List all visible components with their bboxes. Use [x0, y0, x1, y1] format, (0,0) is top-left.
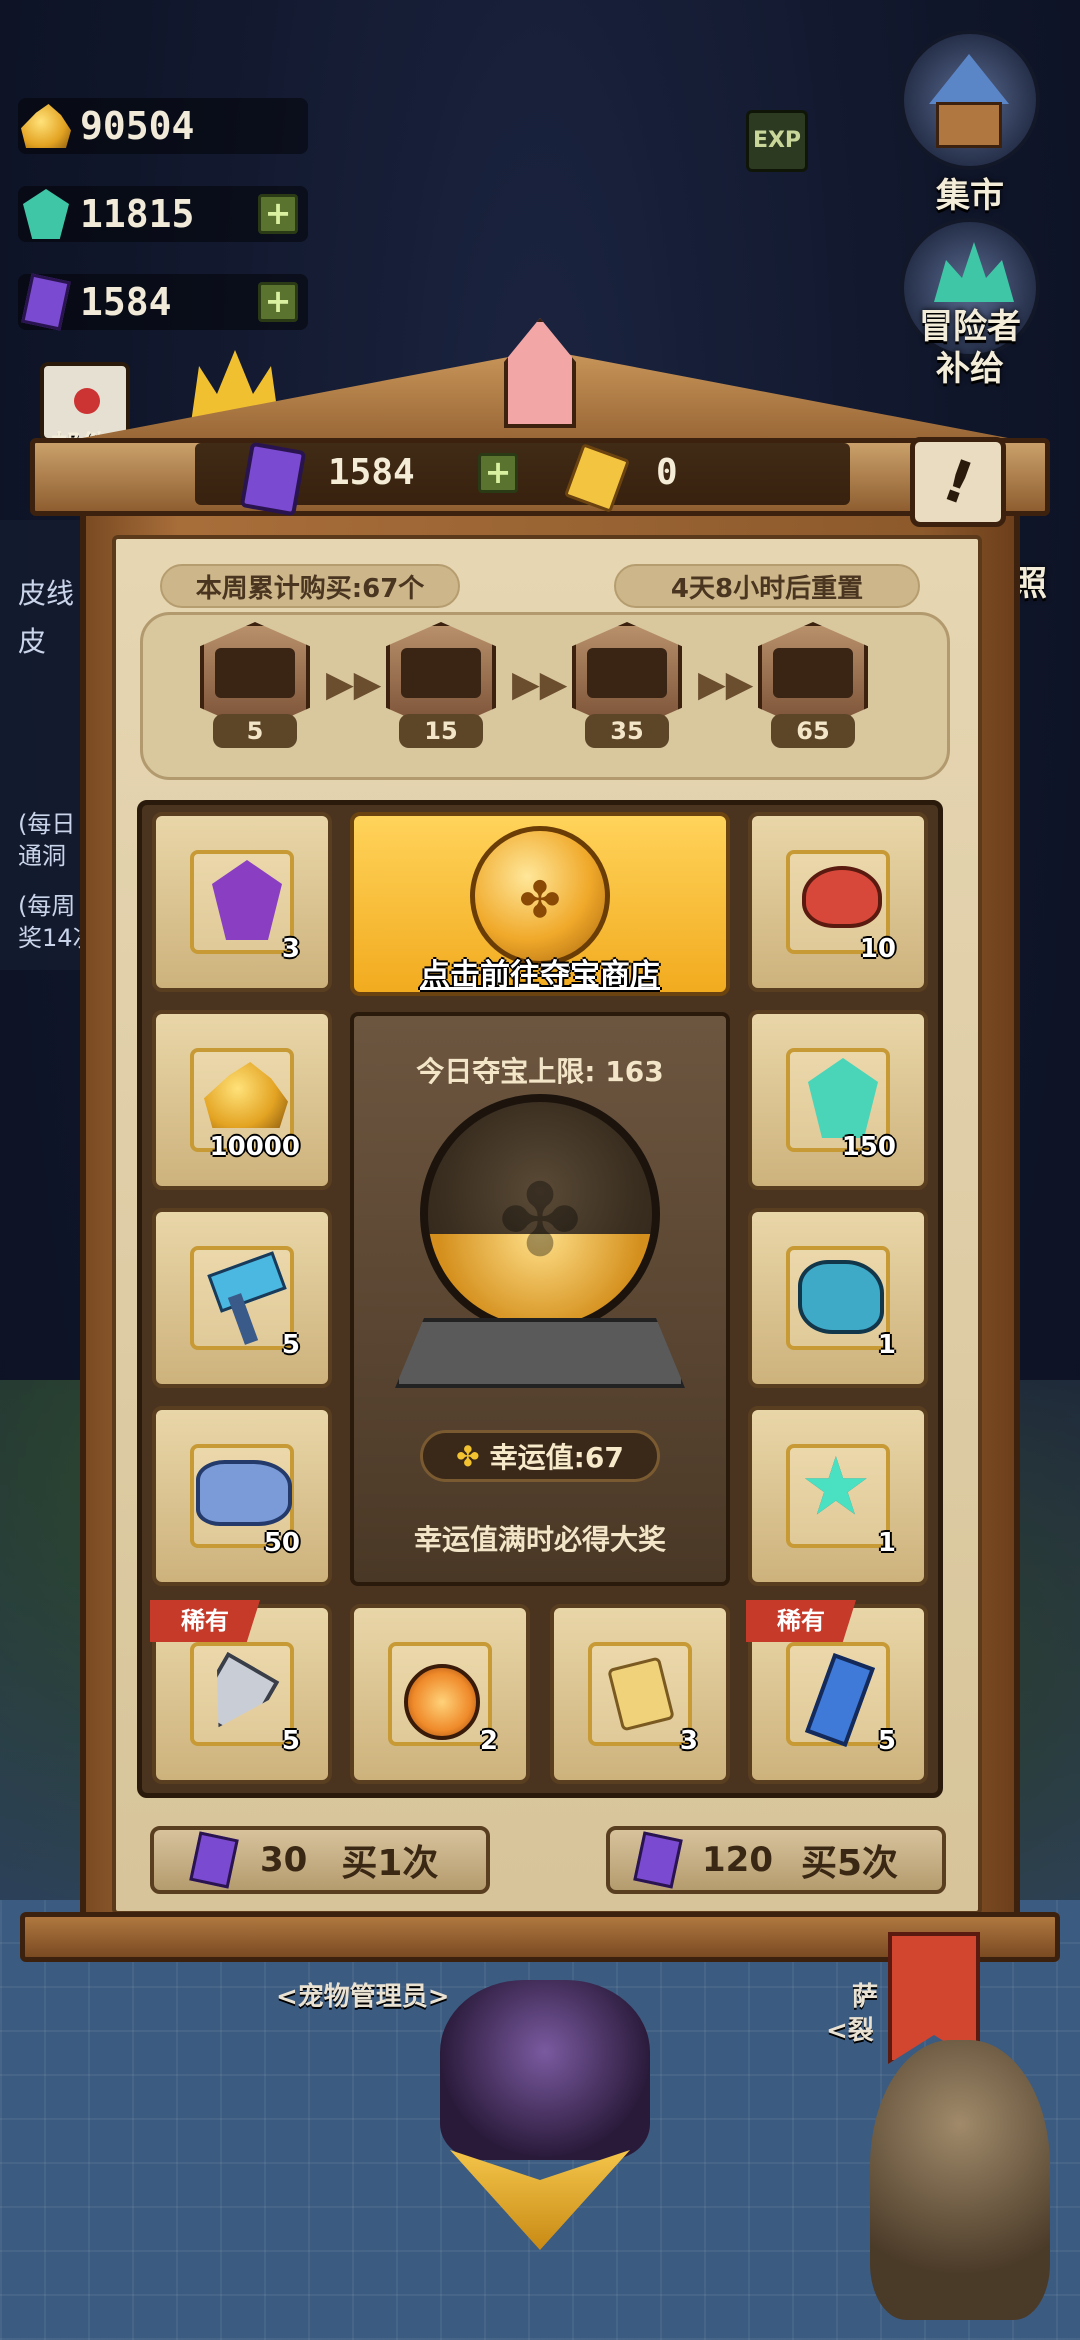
rare-tag: 稀有 — [746, 1600, 856, 1642]
item-qty: 5 — [877, 1726, 896, 1756]
item-qty: 3 — [281, 934, 300, 964]
add-card-button[interactable]: + — [258, 282, 298, 322]
milestone-chest-3[interactable]: 35 — [572, 622, 682, 748]
item-qty: 5 — [281, 1726, 300, 1756]
crystal-counter: 11815 + — [18, 186, 308, 242]
card-counter: 1584 + — [18, 273, 308, 331]
arrow-icon: ▶▶ — [698, 664, 754, 705]
market-label: 集市 — [936, 176, 1004, 216]
luck-coin-icon: ✤ — [420, 1094, 660, 1334]
coin-stand — [395, 1318, 685, 1388]
prize-cell-blue-pillar[interactable]: 稀有 5 — [746, 1600, 928, 1784]
milestone-chest-1[interactable]: 5 — [200, 622, 310, 748]
gold-icon — [18, 98, 74, 154]
item-qty: 2 — [479, 1726, 498, 1756]
quest-text-2: 皮 — [18, 625, 47, 658]
item-qty: 10 — [859, 934, 896, 964]
quest-text-4: 通洞 — [18, 842, 66, 870]
purple-card-icon — [189, 1831, 239, 1889]
milestone-label: 5 — [213, 714, 297, 748]
prize-cell-red-bowl[interactable]: 10 — [748, 812, 928, 992]
npc-label-right-1[interactable]: 萨 — [852, 1976, 878, 2013]
daily-limit-label: 今日夺宝上限: 163 — [416, 1055, 664, 1088]
prize-cell-blue-hammer[interactable]: 5 — [152, 1208, 332, 1388]
shop-button-label: 点击前往夺宝商店 — [420, 958, 660, 993]
prize-cell-fire-potion[interactable]: 2 — [350, 1604, 530, 1784]
milestone-label: 15 — [399, 714, 483, 748]
pig-mascot-icon — [504, 318, 576, 428]
item-qty: 10000 — [209, 1132, 300, 1162]
gold-counter: 90504 — [18, 98, 308, 154]
arrow-icon: ▶▶ — [512, 664, 568, 705]
prize-cell-map-scroll[interactable]: 3 — [550, 1604, 730, 1784]
npc-character[interactable] — [870, 2040, 1050, 2320]
crystal-icon — [18, 186, 74, 242]
card-value: 1584 — [80, 280, 172, 324]
buy-5-cost: 120 — [702, 1840, 773, 1880]
prize-cell-green-crystal[interactable]: 150 — [748, 1010, 928, 1190]
rare-tag: 稀有 — [150, 1600, 260, 1642]
quest-text-5: (每周 — [18, 892, 76, 920]
exp-badge[interactable]: EXP — [746, 110, 808, 172]
reset-timer-label: 4天8小时后重置 — [614, 564, 920, 608]
prize-cell-teal-ore[interactable]: 1 — [748, 1208, 928, 1388]
add-crystal-button[interactable]: + — [258, 194, 298, 234]
buy-1-button[interactable]: 30 买1次 — [150, 1826, 490, 1894]
add-card-bar-button[interactable]: + — [478, 453, 518, 493]
luck-value-pill: ✤ 幸运值:67 — [420, 1430, 660, 1482]
card-count: 1584 — [328, 452, 415, 493]
star-wand-icon: ★ — [800, 1440, 872, 1533]
quest-text-3: (每日 — [18, 810, 76, 838]
weekly-purchase-label: 本周累计购买:67个 — [160, 564, 460, 608]
clover-icon: ✤ — [456, 1439, 480, 1473]
crystal-value: 11815 — [80, 192, 195, 236]
market-icon[interactable] — [900, 30, 1040, 170]
item-qty: 1 — [877, 1528, 896, 1558]
item-qty: 5 — [281, 1330, 300, 1360]
prize-cell-gold[interactable]: 10000 — [152, 1010, 332, 1190]
prize-cell-blue-ore[interactable]: 50 — [152, 1406, 332, 1586]
item-qty: 1 — [877, 1330, 896, 1360]
clover-coin-icon: ✤ — [470, 826, 610, 966]
prize-cell-star-wand[interactable]: ★ 1 — [748, 1406, 928, 1586]
purple-card-icon — [633, 1831, 683, 1889]
purple-card-icon — [239, 441, 307, 517]
blue-ore-icon — [196, 1460, 292, 1526]
fire-potion-icon — [404, 1664, 480, 1740]
buy-1-label: 买1次 — [341, 1843, 439, 1884]
milestone-chest-2[interactable]: 15 — [386, 622, 496, 748]
npc-character[interactable] — [440, 1980, 650, 2160]
arrow-icon: ▶▶ — [326, 664, 382, 705]
gold-value: 90504 — [80, 104, 195, 148]
luck-hint-label: 幸运值满时必得大奖 — [413, 1523, 666, 1556]
prize-cell-shovel[interactable]: 稀有 5 — [150, 1600, 332, 1784]
milestone-label: 35 — [585, 714, 669, 748]
prize-cell-purple-crystal[interactable]: 3 — [152, 812, 332, 992]
supply-label: 冒险者 补给 — [919, 307, 1021, 389]
item-qty: 3 — [679, 1726, 698, 1756]
milestone-chest-4[interactable]: 65 — [758, 622, 868, 748]
npc-label-right-2[interactable]: <裂 — [826, 2010, 874, 2047]
buy-5-label: 买5次 — [800, 1843, 899, 1884]
exclamation-icon: ! — [933, 445, 983, 519]
item-qty: 150 — [841, 1132, 896, 1162]
treasure-shop-button[interactable]: ✤ 点击前往夺宝商店 — [350, 812, 730, 996]
buy-5-button[interactable]: 120 买5次 — [606, 1826, 946, 1894]
milestone-label: 65 — [771, 714, 855, 748]
npc-label-pet-manager[interactable]: <宠物管理员> — [276, 1976, 450, 2013]
info-button[interactable]: ! — [910, 437, 1006, 527]
buy-1-cost: 30 — [260, 1840, 308, 1880]
red-bowl-icon — [802, 866, 882, 928]
ticket-count: 0 — [656, 452, 678, 493]
quest-text-1: 皮线 — [18, 577, 75, 610]
item-qty: 50 — [263, 1528, 300, 1558]
teal-ore-icon — [798, 1260, 884, 1334]
purple-card-icon — [18, 273, 74, 331]
luck-value-label: 幸运值:67 — [489, 1441, 624, 1474]
